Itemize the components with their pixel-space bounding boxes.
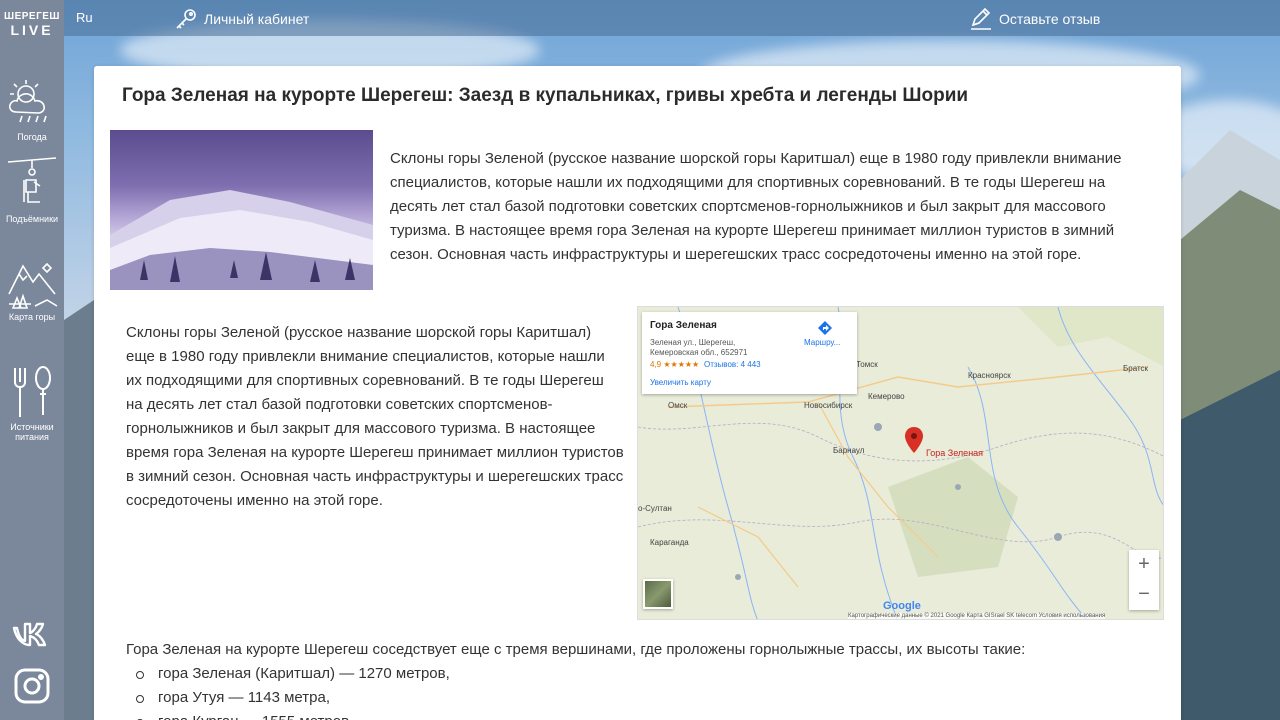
map-place-address: Зеленая ул., Шерегеш, Кемеровская обл., … xyxy=(650,338,748,357)
satellite-toggle-button[interactable] xyxy=(643,579,673,609)
sidebar-item-label: Подъёмники xyxy=(5,214,59,224)
logo[interactable]: ШЕРЕГЕШ LIVE xyxy=(0,11,64,38)
pencil-icon xyxy=(971,8,991,30)
map-reviews-link[interactable]: Отзывов: 4 443 xyxy=(704,360,761,369)
map-city-label: Новосибирск xyxy=(804,401,853,410)
weather-cloud-icon xyxy=(8,80,47,123)
map-city-label: Кемерово xyxy=(868,392,905,401)
map-city-label: Барнаул xyxy=(833,446,865,455)
peaks-intro-paragraph: Гора Зеленая на курорте Шерегеш соседств… xyxy=(126,641,1026,658)
second-paragraph: Склоны горы Зеленой (русское название шо… xyxy=(126,324,624,509)
sidebar-item-mountain-map[interactable]: Карта горы xyxy=(0,254,64,322)
map-rating: 4,9 ★★★★★ xyxy=(650,360,700,369)
map-city-label: Красноярск xyxy=(968,371,1011,380)
enlarge-map-link[interactable]: Увеличить карту xyxy=(650,378,711,387)
key-icon xyxy=(176,9,196,29)
map-place-name: Гора Зеленая xyxy=(650,320,717,331)
logo-bottom-text: LIVE xyxy=(10,22,54,38)
leave-feedback-label: Оставьте отзыв xyxy=(999,11,1101,27)
sidebar-item-weather[interactable]: Погода xyxy=(0,76,64,142)
map-pin-label: Гора Зеленая xyxy=(926,448,984,458)
personal-account-label: Личный кабинет xyxy=(204,11,310,27)
google-logo: Google xyxy=(883,600,921,612)
embedded-map[interactable]: Томск Красноярск Братск Омск Новосибирск… xyxy=(637,306,1164,620)
zoom-in-button[interactable]: + xyxy=(1129,550,1159,580)
top-bar: Ru Личный кабинет Оставьте отзыв xyxy=(64,0,1280,36)
directions-icon[interactable] xyxy=(818,321,832,335)
fork-spoon-icon xyxy=(14,366,51,417)
language-switcher[interactable]: Ru xyxy=(76,10,93,25)
article-card: Гора Зеленая на курорте Шерегеш: Заезд в… xyxy=(94,66,1181,720)
map-city-label: о-Султан xyxy=(638,504,672,513)
map-city-label: Томск xyxy=(856,360,878,369)
map-city-label: Омск xyxy=(668,401,688,410)
list-item: гора Утуя — 1143 метра, xyxy=(136,686,450,710)
sidebar: ШЕРЕГЕШ LIVE Погода Подъёмники Карта гор… xyxy=(0,0,64,720)
page-title: Гора Зеленая на курорте Шерегеш: Заезд в… xyxy=(122,85,969,106)
sidebar-item-label: Источники питания xyxy=(10,422,54,442)
sidebar-item-label: Погода xyxy=(17,132,47,142)
sidebar-item-lifts[interactable]: Подъёмники xyxy=(0,156,64,224)
logo-top-text: ШЕРЕГЕШ xyxy=(4,11,60,22)
list-item: гора Зеленая (Каритшал) — 1270 метров, xyxy=(136,662,450,686)
sidebar-item-food[interactable]: Источники питания xyxy=(0,364,64,442)
peaks-list: гора Зеленая (Каритшал) — 1270 метров, г… xyxy=(136,662,450,720)
sidebar-item-label: Карта горы xyxy=(8,312,56,322)
personal-account-link[interactable]: Личный кабинет xyxy=(174,8,309,30)
map-zoom-controls: + − xyxy=(1129,550,1159,610)
map-info-card: Гора Зеленая Зеленая ул., Шерегеш, Кемер… xyxy=(642,312,857,394)
map-attribution: Картографические данные © 2021 Google Ка… xyxy=(848,613,1106,619)
mountain-map-icon xyxy=(8,262,58,309)
intro-paragraph: Склоны горы Зеленой (русское название шо… xyxy=(390,150,1122,263)
map-city-label: Братск xyxy=(1123,364,1149,373)
list-item: гора Курган — 1555 метров xyxy=(136,710,450,720)
instagram-icon[interactable] xyxy=(12,666,52,706)
directions-link[interactable]: Маршру... xyxy=(804,338,840,347)
leave-feedback-link[interactable]: Оставьте отзыв xyxy=(969,8,1100,30)
vk-icon[interactable] xyxy=(12,616,52,656)
zoom-out-button[interactable]: − xyxy=(1129,580,1159,610)
map-city-label: Караганда xyxy=(650,538,689,547)
mountain-photo xyxy=(110,130,373,290)
ski-lift-icon xyxy=(7,157,57,203)
